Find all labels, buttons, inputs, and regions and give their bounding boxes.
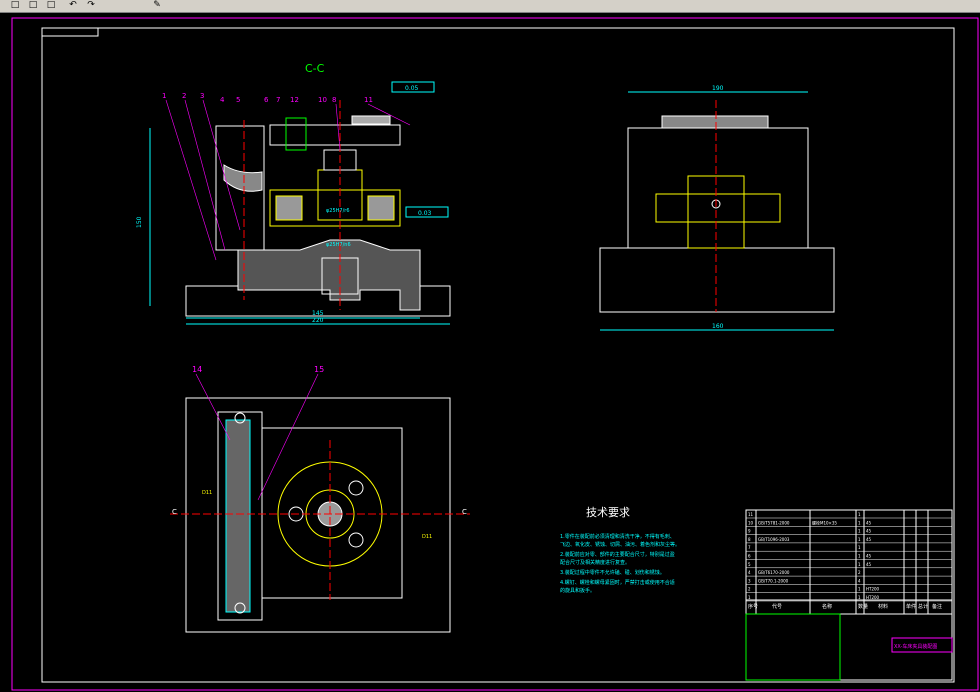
title-block-cell: 10 <box>748 520 754 525</box>
title-block-cell: 1 <box>748 595 751 600</box>
title-block-header-cell: 备注 <box>932 603 942 610</box>
section-label: C-C <box>305 62 325 75</box>
dim-side-bottom: 160 <box>712 323 724 330</box>
title-block-cell: GB/T70.1-2000 <box>758 578 789 583</box>
callout-15: 15 <box>314 365 324 374</box>
top-view: 14 15 C C D11 D11 <box>170 365 470 633</box>
title-block: 11 110 GB/T5781-2000 螺栓M10×35 1 459 1 458 GB/T10… <box>745 509 953 681</box>
cut-marker-right: D11 <box>422 534 432 540</box>
drawing-title: XX-车床夹具装配图 <box>894 643 937 650</box>
title-block-cell: 11 <box>748 512 754 517</box>
title-block-header-cell: 代号 <box>772 603 782 610</box>
tolerance-1: 0.05 <box>405 85 419 92</box>
part-number: 4 <box>220 96 225 104</box>
tech-req-line: 配合尺寸及相关精度进行复查。 <box>560 559 630 566</box>
title-block-cell: HT200 <box>866 595 880 600</box>
title-block-header-cell: 材料 <box>878 603 888 610</box>
title-block-cell: 1 <box>858 529 861 534</box>
title-block-cell: 5 <box>748 562 751 567</box>
brush-icon[interactable]: ✎ <box>150 0 164 11</box>
frame-tag <box>41 27 99 37</box>
side-view: 190 160 <box>599 85 835 331</box>
tolerance-2: 0.03 <box>418 210 432 217</box>
title-block-cell: 1 <box>858 587 861 592</box>
title-block-cell: 6 <box>748 554 751 559</box>
title-block-cell: GB/T5781-2000 <box>758 520 790 525</box>
title-block-cell: 45 <box>866 529 872 534</box>
technical-requirements: 技术要求 1.零件在装配前必须清理和清洗干净，不得有毛刺、 飞边、氧化皮、锈蚀、… <box>560 506 680 594</box>
fit-1: φ25H7/r6 <box>326 208 350 214</box>
part-number: 8 <box>332 96 336 104</box>
title-block-cell: 45 <box>866 537 872 542</box>
title-block-cell: GB/T1096-2003 <box>758 537 790 542</box>
title-block-cell: 1 <box>858 562 861 567</box>
title-block-cell: 1 <box>858 520 861 525</box>
title-block-cell: HT200 <box>866 587 880 592</box>
title-block-cell: 8 <box>748 537 751 542</box>
tech-req-line: 飞边、氧化皮、锈蚀、切屑、油污、着色剂和灰尘等。 <box>560 541 680 548</box>
title-block-cell: 1 <box>858 545 861 550</box>
title-block-cell: 螺栓M10×35 <box>812 519 837 525</box>
cad-drawing-canvas[interactable]: C-C 150 145 220 0.05 0.03 φ25H7/r6 φ25H7… <box>0 12 980 692</box>
title-block-header-cell: 总计 <box>918 603 928 610</box>
title-block-cell: 2 <box>858 570 861 575</box>
title-block-cell: 3 <box>748 578 751 583</box>
title-block-cell: 1 <box>858 595 861 600</box>
redo-icon[interactable]: ↷ <box>84 0 98 11</box>
sheet-border <box>11 17 979 691</box>
part-number: 1 <box>162 92 166 100</box>
title-block-cell: 9 <box>748 529 751 534</box>
title-block-cell: 7 <box>748 545 751 550</box>
section-mark-left: C <box>172 508 177 516</box>
tech-req-line: 4.螺钉、螺栓和螺母紧固时，严禁打击或使用不合适 <box>560 579 675 586</box>
tech-req-title: 技术要求 <box>586 506 630 519</box>
open-folder-icon[interactable]: □ <box>26 0 40 11</box>
save-icon[interactable]: □ <box>44 0 58 11</box>
title-block-header-cell: 序号 <box>748 603 758 610</box>
section-view-cc: C-C 150 145 220 0.05 0.03 φ25H7/r6 φ25H7… <box>136 62 451 325</box>
undo-icon[interactable]: ↶ <box>66 0 80 11</box>
new-file-icon[interactable]: □ <box>8 0 22 11</box>
title-block-cell: 4 <box>858 578 861 583</box>
title-block-header-cell: 单件 <box>906 603 916 610</box>
part-number: 5 <box>236 96 240 104</box>
dim-side-top: 190 <box>712 85 724 92</box>
part-number: 7 <box>276 96 280 104</box>
dim-width-2: 220 <box>312 317 324 324</box>
title-block-cell: 1 <box>858 537 861 542</box>
title-block-cell: 2 <box>748 587 751 592</box>
tech-req-line: 2.装配前应对零、部件的主要配合尺寸，特别是过盈 <box>560 551 675 558</box>
title-block-cell: 4 <box>748 570 751 575</box>
title-block-cell: 45 <box>866 562 872 567</box>
title-block-cell: 1 <box>858 554 861 559</box>
part-number: 3 <box>200 92 204 100</box>
title-block-cell: 45 <box>866 520 872 525</box>
section-mark-right: C <box>462 508 467 516</box>
part-number: 10 <box>318 96 327 104</box>
title-block-header-cell: 数量 <box>858 603 868 610</box>
tech-req-line: 的旋具和扳手。 <box>560 587 595 594</box>
callout-14: 14 <box>192 365 202 374</box>
part-number: 6 <box>264 96 269 104</box>
title-block-cell: GB/T6170-2000 <box>758 570 790 575</box>
drawing-frame <box>41 27 955 683</box>
fit-2: φ25H7/n6 <box>326 242 351 248</box>
title-block-cell: 1 <box>858 512 861 517</box>
tech-req-line: 3.装配过程中零件不允许磕、碰、划伤和锈蚀。 <box>560 569 665 576</box>
title-block-cell: 45 <box>866 554 872 559</box>
part-number: 2 <box>182 92 186 100</box>
dim-height: 150 <box>136 216 143 228</box>
cut-marker-left: D11 <box>202 490 212 496</box>
dim-width-1: 145 <box>312 310 324 317</box>
tech-req-line: 1.零件在装配前必须清理和清洗干净，不得有毛刺、 <box>560 533 675 540</box>
part-number: 12 <box>290 96 299 104</box>
title-block-header-cell: 名称 <box>822 603 832 610</box>
part-number: 11 <box>364 96 373 104</box>
